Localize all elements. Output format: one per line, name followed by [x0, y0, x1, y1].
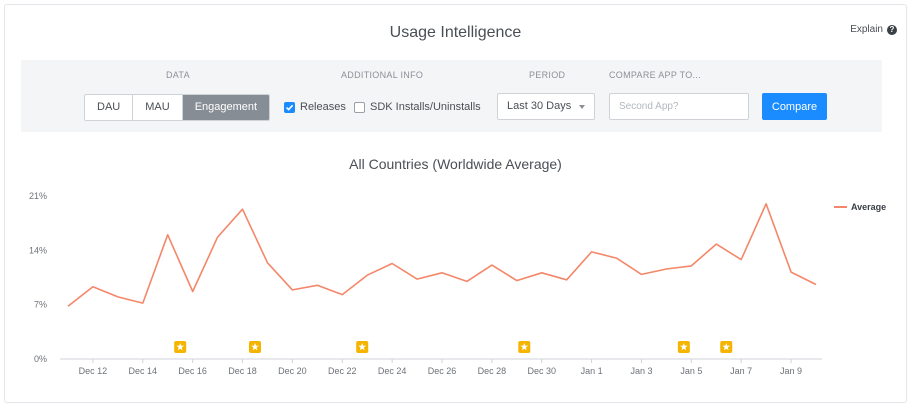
- x-tick-label: Dec 12: [79, 366, 108, 376]
- x-tick-label: Jan 7: [730, 366, 752, 376]
- x-tick-label: Jan 5: [680, 366, 702, 376]
- x-tick-label: Dec 30: [527, 366, 556, 376]
- release-marker-icon: [677, 341, 690, 353]
- y-tick-label: 7%: [34, 300, 47, 310]
- series-line-average: [67, 203, 817, 307]
- release-marker-icon: [249, 341, 261, 353]
- x-tick-label: Dec 28: [478, 366, 507, 376]
- release-markers: [174, 341, 733, 353]
- x-tick-label: Dec 14: [129, 366, 158, 376]
- x-tick-label: Dec 26: [428, 366, 457, 376]
- x-tick-label: Dec 18: [228, 366, 257, 376]
- series-average: [67, 203, 817, 307]
- engagement-line-chart: 0% 7% 14% 21% Dec 12 Dec 14 Dec 16 Dec 18 Dec 2…: [29, 191, 886, 376]
- x-axis: Dec 12 Dec 14 Dec 16 Dec 18 Dec 20 Dec 22 Dec …: [60, 358, 822, 376]
- release-marker-icon: [174, 341, 187, 353]
- legend-label: Average: [851, 202, 886, 212]
- release-marker-icon: [720, 341, 733, 353]
- x-tick-label: Dec 24: [378, 366, 407, 376]
- x-tick-label: Jan 9: [780, 366, 802, 376]
- x-tick-label: Dec 16: [178, 366, 207, 376]
- legend: Average: [834, 202, 886, 212]
- y-tick-label: 0%: [34, 354, 47, 364]
- x-tick-label: Jan 1: [581, 366, 603, 376]
- x-tick-label: Jan 3: [630, 366, 652, 376]
- x-tick-label: Dec 20: [278, 366, 307, 376]
- release-marker-icon: [518, 341, 531, 353]
- release-marker-icon: [356, 341, 369, 353]
- x-tick-label: Dec 22: [328, 366, 357, 376]
- y-axis: 0% 7% 14% 21%: [29, 191, 47, 364]
- y-tick-label: 14%: [29, 245, 47, 255]
- y-tick-label: 21%: [29, 191, 47, 201]
